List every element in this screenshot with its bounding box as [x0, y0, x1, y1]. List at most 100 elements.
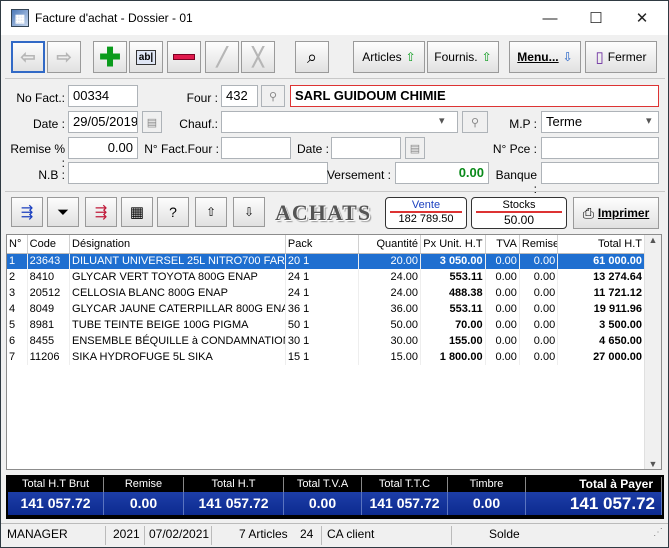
arrow-up-icon: ⇧ — [481, 50, 492, 64]
status-bar: MANAGER 2021 07/02/2021 7 Articles 24 CA… — [1, 523, 668, 547]
table-row[interactable]: 1 23643 DILUANT UNIVERSEL 25L NITRO700 FAR… — [7, 253, 645, 269]
table-row[interactable]: 3 20512 CELLOSIA BLANC 800G ENAP 24 1 24.00 4… — [7, 285, 645, 301]
table-cell: 23643 — [27, 253, 71, 269]
table-cell: 4 650.00 — [557, 333, 645, 349]
previous-button[interactable]: ⇦ — [11, 41, 45, 73]
supplier-name-field[interactable]: SARL GUIDOUM CHIMIE — [290, 85, 659, 107]
edit-button[interactable]: ab| — [129, 41, 163, 73]
mp-select[interactable]: Terme — [541, 111, 659, 133]
fournisseurs-button[interactable]: Fournis. ⇧ — [427, 41, 499, 73]
table-cell: 0.00 — [485, 269, 520, 285]
table-cell: 0.00 — [519, 301, 559, 317]
arrow-up-icon: ⇧ — [405, 50, 416, 64]
search-button[interactable]: ⌕ — [295, 41, 329, 73]
table-row[interactable]: 68455ENSEMBLE BÉQUILLE à CONDAMNATION NC… — [7, 333, 645, 349]
table-cell: 0.00 — [519, 253, 559, 269]
total-label: Remise — [104, 477, 184, 492]
achats-title: ACHATS — [275, 200, 372, 225]
cancel-button[interactable]: ╳ — [241, 41, 275, 73]
minimize-button[interactable]: — — [527, 1, 573, 35]
divider — [144, 526, 145, 545]
date2-picker-button[interactable]: ▤ — [405, 137, 425, 159]
maximize-button[interactable]: ☐ — [573, 1, 619, 35]
resize-grip-icon[interactable]: ⋰ — [653, 527, 663, 538]
date2-field[interactable] — [331, 137, 401, 159]
column-header[interactable]: Pack — [285, 235, 359, 254]
table-row[interactable]: 5 8981 TUBE TEINTE BEIGE 100G PIGMA 50 1 50.… — [7, 317, 645, 333]
move-up-button[interactable]: ⇧ — [195, 197, 227, 227]
magnifier-icon: ⚲ — [268, 90, 278, 103]
table-cell: 8410 — [27, 269, 71, 285]
vertical-scrollbar[interactable]: ▲ ▼ — [644, 235, 661, 469]
table-cell: 0.00 — [485, 349, 520, 365]
status-user: MANAGER — [7, 527, 68, 541]
table-cell: 20.00 — [358, 253, 422, 269]
versement-field[interactable]: 0.00 — [395, 162, 489, 184]
table-cell: 488.38 — [420, 285, 486, 301]
banque-field[interactable] — [541, 162, 659, 184]
table-cell: 30.00 — [358, 333, 422, 349]
title-bar: ▦ Facture d'achat - Dossier - 01 — ☐ ✕ — [1, 1, 668, 35]
four-label: Four : — [186, 91, 218, 105]
delete-button[interactable] — [167, 41, 201, 73]
date-field[interactable]: 29/05/2019 — [68, 111, 138, 133]
filter-button[interactable]: ⏷ — [47, 197, 79, 227]
no-fact-four-field[interactable] — [221, 137, 291, 159]
divider — [105, 526, 106, 545]
insert-line-button[interactable]: ⇶ — [11, 197, 43, 227]
nb-field[interactable] — [68, 162, 328, 184]
fermer-button[interactable]: ▯ Fermer — [585, 41, 657, 73]
column-header[interactable]: TVA — [485, 235, 520, 254]
move-down-button[interactable]: ⇩ — [233, 197, 265, 227]
close-button[interactable]: ✕ — [619, 1, 665, 35]
remove-line-button[interactable]: ⇶ — [85, 197, 117, 227]
column-header[interactable]: Total H.T — [557, 235, 645, 254]
help-button[interactable]: ? — [157, 197, 189, 227]
chauf-label: Chauf.: — [179, 117, 218, 131]
chauf-select[interactable] — [221, 111, 458, 133]
table-row[interactable]: 2 8410 GLYCAR VERT TOYOTA 800G ENAP 24 1 24.… — [7, 269, 645, 285]
table-cell: GLYCAR JAUNE CATERPILLAR 800G ENAP — [69, 301, 286, 317]
supplier-search-button[interactable]: ⚲ — [261, 85, 285, 107]
column-header[interactable]: Code — [27, 235, 71, 254]
table-row[interactable]: 7 11206 SIKA HYDROFUGE 5L SIKA 15 1 15.00 1 8… — [7, 349, 645, 365]
table-row[interactable]: 4 8049 GLYCAR JAUNE CATERPILLAR 800G ENAP 3… — [7, 301, 645, 317]
column-header[interactable]: Désignation — [69, 235, 286, 254]
date-label: Date : — [32, 117, 65, 131]
articles-button[interactable]: Articles ⇧ — [353, 41, 425, 73]
remise-label: Remise % : — [10, 142, 65, 170]
next-button[interactable]: ⇨ — [47, 41, 81, 73]
window-title: Facture d'achat - Dossier - 01 — [35, 11, 193, 25]
no-fact-field[interactable]: 00334 — [68, 85, 138, 107]
table-cell: 8455 — [27, 333, 71, 349]
date-picker-button[interactable]: ▤ — [142, 111, 162, 133]
table-cell: 155.00 — [420, 333, 486, 349]
table-cell: DILUANT UNIVERSEL 25L NITRO700 FARBE — [69, 253, 286, 269]
table-cell: 0.00 — [519, 269, 559, 285]
validate-button[interactable]: ╱ — [205, 41, 239, 73]
column-header[interactable]: Remise — [519, 235, 559, 254]
table-cell: 20512 — [27, 285, 71, 301]
total-value: 0.00 — [284, 492, 362, 515]
table-cell: 8981 — [27, 317, 71, 333]
notepad-icon: ▦ — [129, 204, 145, 221]
table-cell: 7 — [7, 349, 28, 365]
menu-button[interactable]: Menu... ⇩ — [509, 41, 581, 73]
column-header[interactable]: N° — [7, 235, 28, 254]
nb-label: N.B : — [38, 168, 65, 182]
remise-field[interactable]: 0.00 — [68, 137, 138, 159]
no-pce-field[interactable] — [541, 137, 659, 159]
add-button[interactable]: ✚ — [93, 41, 127, 73]
total-cell: Total à Payer 141 057.72 — [526, 477, 662, 517]
column-header[interactable]: Quantité — [358, 235, 422, 254]
table-cell: 0.00 — [519, 285, 559, 301]
total-label: Timbre — [448, 477, 526, 492]
table-cell: 24 1 — [285, 269, 359, 285]
notes-button[interactable]: ▦ — [121, 197, 153, 227]
total-label: Total H.T — [184, 477, 284, 492]
chauf-search-button[interactable]: ⚲ — [462, 111, 488, 133]
imprimer-button[interactable]: ⎙ Imprimer — [573, 197, 659, 229]
column-header[interactable]: Px Unit. H.T — [420, 235, 486, 254]
four-code-field[interactable]: 432 — [221, 85, 258, 107]
cancel-x-icon: ╳ — [252, 46, 264, 67]
